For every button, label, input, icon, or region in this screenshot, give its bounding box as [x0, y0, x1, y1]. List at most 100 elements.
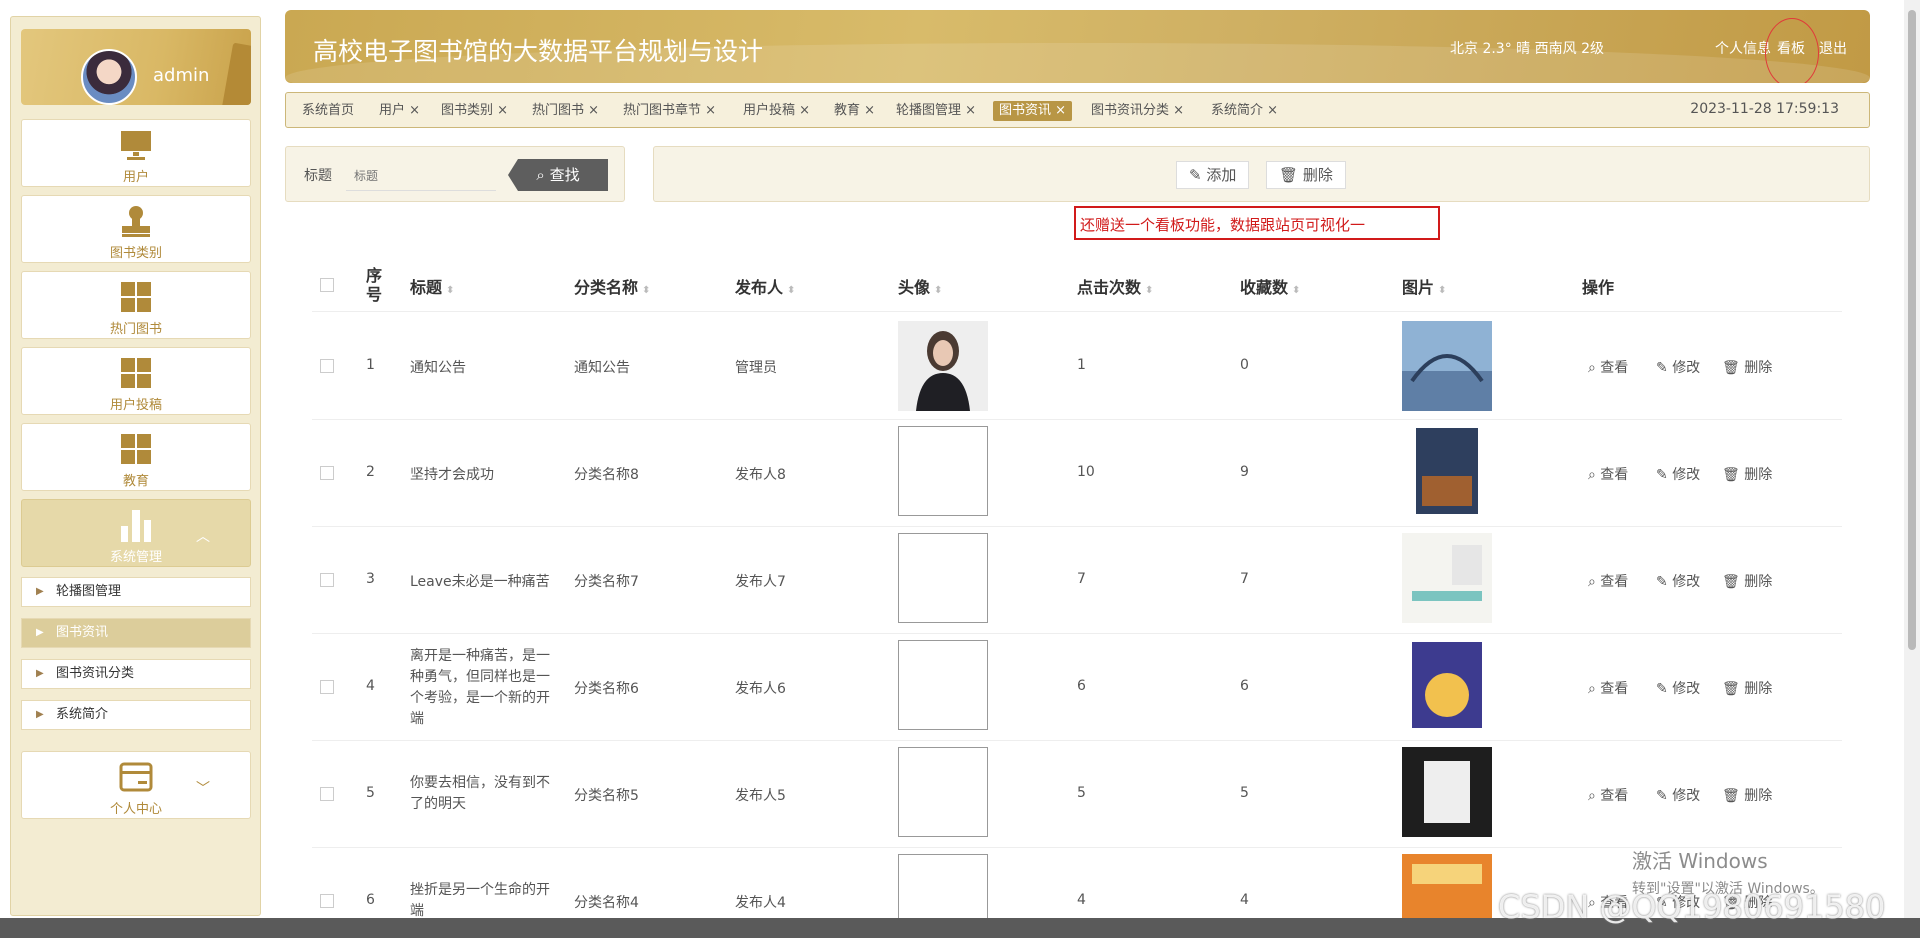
- weather-info: 北京 2.3° 晴 西南风 2级: [1450, 41, 1604, 57]
- grid-icon: [121, 282, 151, 312]
- tab-news-category[interactable]: 图书资讯分类 ×: [1091, 101, 1184, 121]
- nav-label: 热门图书: [109, 322, 162, 337]
- col-header-publisher[interactable]: 发布人 ⬍: [735, 274, 795, 298]
- edit-label: 修改: [1672, 681, 1701, 697]
- view-label: 查看: [1600, 681, 1629, 697]
- avatar[interactable]: [81, 49, 137, 105]
- tab-carousel[interactable]: 轮播图管理 ×: [896, 101, 976, 121]
- col-header-image[interactable]: 图片 ⬍: [1402, 274, 1446, 298]
- view-button[interactable]: ⌕ 查看: [1588, 678, 1628, 698]
- tab-hot-book-chapters[interactable]: 热门图书章节 ×: [623, 101, 716, 121]
- row-checkbox[interactable]: [320, 787, 334, 801]
- tab-hot-books[interactable]: 热门图书 ×: [532, 101, 599, 121]
- nav-users[interactable]: 用户: [21, 119, 251, 187]
- col-header-avatar[interactable]: 头像 ⬍: [898, 274, 942, 298]
- edit-button[interactable]: ✎ 修改: [1656, 357, 1700, 377]
- row-delete-button[interactable]: 🗑 删除: [1722, 571, 1772, 591]
- cover-image-book: [1416, 428, 1478, 514]
- sub-item-carousel[interactable]: 轮播图管理: [21, 577, 251, 607]
- col-header-title[interactable]: 标题 ⬍: [410, 274, 454, 298]
- nav-system-management[interactable]: 系统管理 ︿: [21, 499, 251, 567]
- row-delete-button[interactable]: 🗑 删除: [1722, 678, 1772, 698]
- add-button[interactable]: ✎ 添加: [1176, 161, 1250, 189]
- cover-image-bridge: [1402, 321, 1492, 411]
- nav-education[interactable]: 教育: [21, 423, 251, 491]
- search-button[interactable]: ⌕ 查找: [508, 159, 608, 191]
- cover-image-dark: [1402, 747, 1492, 837]
- profile-link[interactable]: 个人信息: [1715, 38, 1771, 58]
- row-checkbox[interactable]: [320, 573, 334, 587]
- search-input[interactable]: [346, 161, 496, 191]
- nav-personal-center[interactable]: 个人中心 ﹀: [21, 751, 251, 819]
- cell-no: 4: [366, 678, 375, 694]
- profile-card[interactable]: admin: [21, 29, 251, 105]
- edit-button[interactable]: ✎ 修改: [1656, 464, 1700, 484]
- card-icon: [119, 762, 153, 792]
- delete-button[interactable]: 🗑 删除: [1266, 161, 1346, 189]
- nav-hot-books[interactable]: 热门图书: [21, 271, 251, 339]
- tab-home[interactable]: 系统首页: [302, 101, 354, 121]
- select-all-checkbox[interactable]: [320, 278, 334, 292]
- search-icon: ⌕: [1588, 467, 1601, 483]
- cell-favorites: 4: [1240, 892, 1249, 908]
- tab-education[interactable]: 教育 ×: [834, 101, 875, 121]
- sub-item-label: 图书资讯分类: [56, 666, 135, 681]
- view-button[interactable]: ⌕ 查看: [1588, 571, 1628, 591]
- tab-book-news[interactable]: 图书资讯 ×: [993, 101, 1073, 121]
- trash-icon: 🗑: [1722, 681, 1745, 697]
- cell-title: 挫折是另一个生命的开端: [410, 882, 550, 919]
- col-header-category[interactable]: 分类名称 ⬍: [574, 274, 650, 298]
- tab-user-submissions[interactable]: 用户投稿 ×: [743, 101, 810, 121]
- nav-user-submissions[interactable]: 用户投稿: [21, 347, 251, 415]
- view-button[interactable]: ⌕ 查看: [1588, 464, 1628, 484]
- sort-icon: ⬍: [446, 285, 455, 296]
- view-button[interactable]: ⌕ 查看: [1588, 785, 1628, 805]
- row-checkbox[interactable]: [320, 359, 334, 373]
- sub-item-news-category[interactable]: 图书资讯分类: [21, 659, 251, 689]
- nav-book-category[interactable]: 图书类别: [21, 195, 251, 263]
- col-header-title-label: 标题: [410, 278, 443, 297]
- sub-item-book-news[interactable]: 图书资讯: [21, 618, 251, 648]
- search-icon: ⌕: [1588, 574, 1601, 590]
- cell-publisher: 发布人6: [735, 681, 786, 697]
- row-checkbox[interactable]: [320, 894, 334, 908]
- row-delete-button[interactable]: 🗑 删除: [1722, 464, 1772, 484]
- row-checkbox[interactable]: [320, 466, 334, 480]
- edit-label: 修改: [1672, 574, 1701, 590]
- tab-system-intro[interactable]: 系统简介 ×: [1211, 101, 1278, 121]
- tab-users[interactable]: 用户 ×: [379, 101, 420, 121]
- cell-clicks: 7: [1077, 571, 1086, 587]
- cell-publisher: 发布人4: [735, 895, 786, 911]
- vertical-scrollbar[interactable]: [1904, 0, 1920, 938]
- username: admin: [153, 65, 210, 86]
- windows-watermark-title: 激活 Windows: [1632, 849, 1768, 873]
- scrollbar-thumb[interactable]: [1908, 10, 1916, 650]
- top-header: 高校电子图书馆的大数据平台规划与设计 北京 2.3° 晴 西南风 2级 个人信息…: [285, 10, 1870, 83]
- row-delete-button[interactable]: 🗑 删除: [1722, 785, 1772, 805]
- col-header-favorites[interactable]: 收藏数 ⬍: [1240, 274, 1300, 298]
- search-label: 标题: [304, 168, 332, 184]
- logout-link[interactable]: 退出: [1819, 38, 1847, 58]
- table-header: 序号 标题 ⬍ 分类名称 ⬍ 发布人 ⬍ 头像 ⬍ 点击次数 ⬍ 收藏数 ⬍ 图片 ⬍ 操作: [312, 256, 1842, 312]
- delete-label: 删除: [1744, 360, 1773, 376]
- row-checkbox[interactable]: [320, 680, 334, 694]
- view-label: 查看: [1600, 467, 1629, 483]
- cell-favorites: 9: [1240, 464, 1249, 480]
- table-row: 5 你要去相信，没有到不了的明天 分类名称5 发布人5 5 5 ⌕ 查看 ✎ 修…: [312, 741, 1842, 848]
- cell-favorites: 0: [1240, 357, 1249, 373]
- add-button-label: 添加: [1206, 166, 1237, 184]
- col-header-clicks[interactable]: 点击次数 ⬍: [1077, 274, 1153, 298]
- edit-button[interactable]: ✎ 修改: [1656, 785, 1700, 805]
- edit-button[interactable]: ✎ 修改: [1656, 678, 1700, 698]
- col-header-actions: 操作: [1582, 278, 1615, 297]
- cell-title: 通知公告: [410, 360, 466, 376]
- edit-button[interactable]: ✎ 修改: [1656, 571, 1700, 591]
- sub-item-system-intro[interactable]: 系统简介: [21, 700, 251, 730]
- row-delete-button[interactable]: 🗑 删除: [1722, 357, 1772, 377]
- col-header-avatar-label: 头像: [898, 278, 931, 297]
- nav-label: 图书类别: [109, 246, 162, 261]
- cell-favorites: 5: [1240, 785, 1249, 801]
- view-button[interactable]: ⌕ 查看: [1588, 357, 1628, 377]
- tab-book-category[interactable]: 图书类别 ×: [441, 101, 508, 121]
- portrait-image: [898, 321, 988, 411]
